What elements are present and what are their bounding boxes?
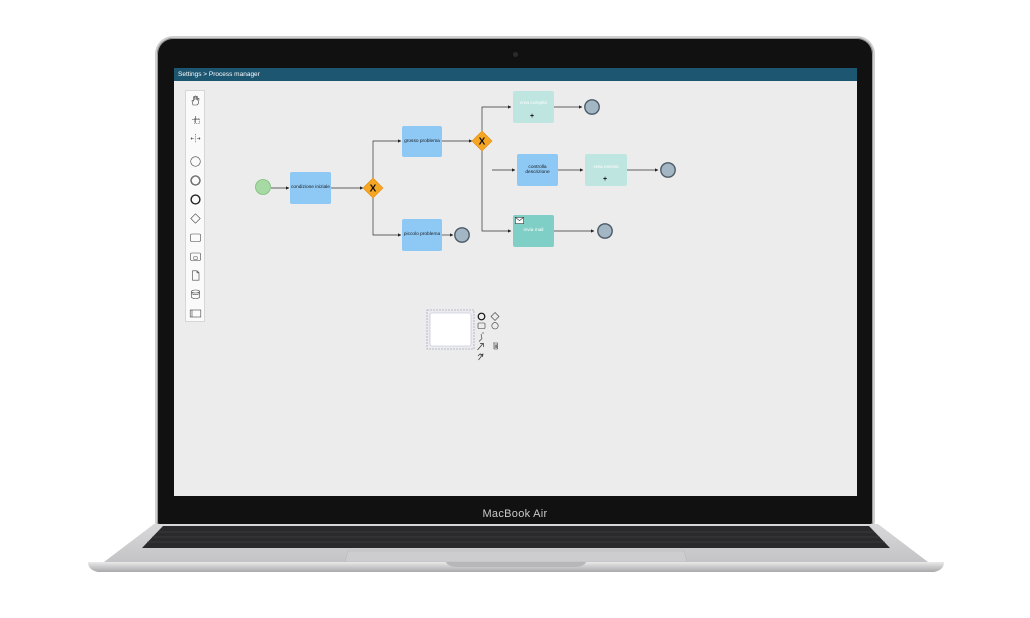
wrench-icon[interactable]	[477, 343, 484, 351]
task-label: invia mail	[523, 228, 544, 234]
selected-subprocess[interactable]	[429, 312, 472, 347]
sequence-flow[interactable]	[481, 105, 512, 131]
trackpad	[344, 550, 688, 563]
task-label: crea compito	[519, 101, 548, 107]
task-label: grosso problema	[404, 138, 440, 144]
start-event[interactable]	[255, 179, 271, 195]
append-intermediate-event-icon[interactable]	[491, 322, 499, 330]
delete-icon[interactable]	[493, 342, 498, 350]
gateway-marker: X	[479, 136, 486, 147]
task-label: piccolo problema	[403, 232, 441, 238]
webcam	[513, 52, 518, 57]
exclusive-gateway[interactable]: X	[471, 130, 493, 152]
subprocess-crea-evento[interactable]: crea evento +	[585, 154, 627, 186]
envelope-icon	[515, 217, 524, 224]
task-piccolo-problema[interactable]: piccolo problema	[402, 219, 442, 251]
exclusive-gateway[interactable]: X	[362, 177, 384, 199]
append-gateway-icon[interactable]	[490, 312, 500, 321]
subprocess-plus-icon: +	[603, 176, 608, 183]
end-event[interactable]	[660, 162, 676, 178]
text-annotation-icon[interactable]	[478, 332, 484, 342]
screen: Settings > Process manager X X condizion…	[174, 68, 857, 496]
connect-arrow-icon[interactable]	[477, 353, 484, 361]
sequence-flow[interactable]	[481, 151, 512, 233]
subprocess-crea-compito[interactable]: crea compito +	[513, 91, 554, 123]
diagram-canvas[interactable]: X X	[174, 68, 857, 496]
task-label: crea evento	[593, 165, 619, 171]
end-event[interactable]	[584, 99, 600, 115]
sequence-flow[interactable]	[372, 198, 402, 237]
gateway-marker: X	[370, 183, 377, 194]
task-label: condizione iniziale	[291, 185, 330, 191]
subprocess-plus-icon: +	[530, 113, 535, 120]
laptop-base	[88, 524, 944, 572]
end-event[interactable]	[454, 227, 470, 243]
task-controlla-descrizione[interactable]: controlla descrizione	[517, 154, 558, 186]
task-condizione-iniziale[interactable]: condizione iniziale	[290, 172, 331, 204]
context-pad[interactable]	[477, 312, 500, 361]
task-invia-mail[interactable]: invia mail	[513, 215, 554, 247]
device-brand-label: MacBook Air	[482, 508, 548, 520]
sequence-flow[interactable]	[372, 139, 402, 178]
task-label: controlla descrizione	[525, 164, 550, 175]
end-event[interactable]	[597, 223, 613, 239]
task-grosso-problema[interactable]: grosso problema	[402, 126, 442, 157]
append-task-icon[interactable]	[477, 322, 486, 329]
append-end-event-icon[interactable]	[477, 312, 486, 321]
